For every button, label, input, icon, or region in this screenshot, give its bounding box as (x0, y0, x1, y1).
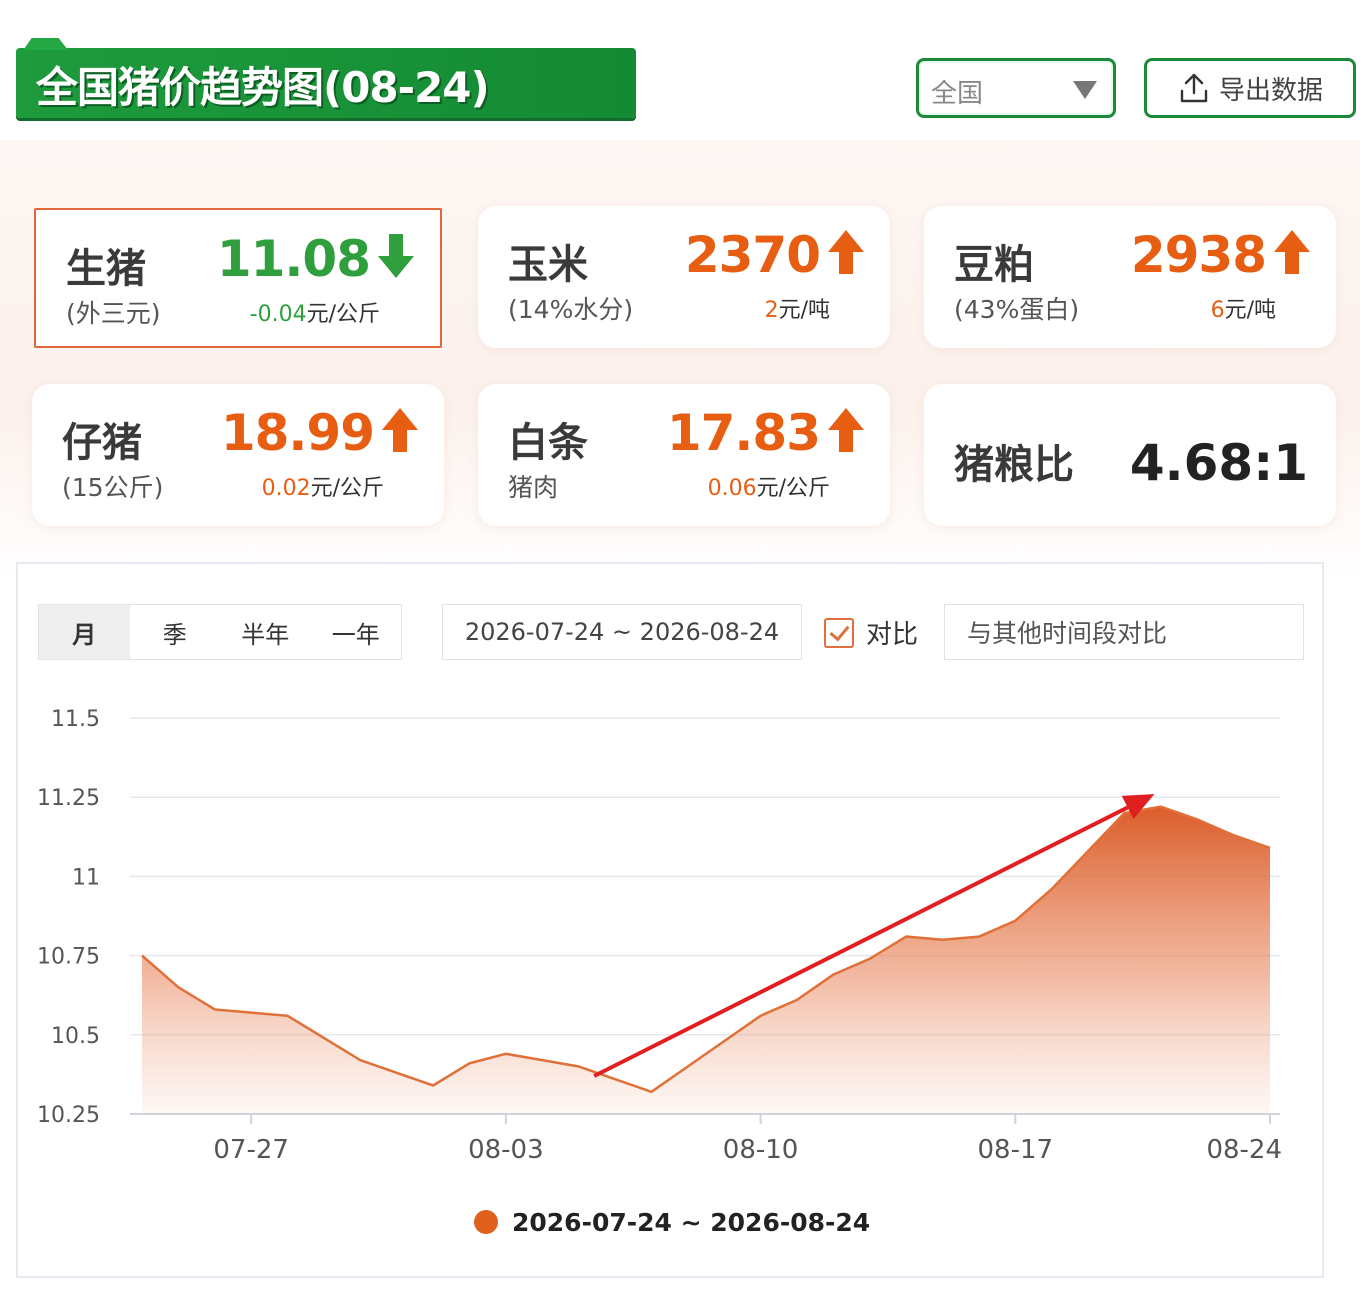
period-option-year[interactable]: 一年 (311, 605, 402, 659)
chevron-down-icon (1073, 81, 1097, 99)
card-value: 17.83 (666, 404, 821, 462)
card-change: -0.04元/公斤 (249, 302, 380, 327)
card-sub: (15公斤) (62, 473, 164, 502)
period-option-month[interactable]: 月 (39, 605, 130, 659)
arrow-up-icon (828, 408, 864, 452)
export-data-button[interactable]: 导出数据 (1144, 58, 1356, 118)
upload-icon (1180, 73, 1208, 103)
page-title: 全国猪价趋势图(08-24) (36, 63, 490, 112)
card-value: 18.99 (220, 404, 375, 462)
card-pork-carcass[interactable]: 白条 猪肉 17.83 0.06元/公斤 (478, 384, 890, 526)
region-select-value: 全国 (931, 79, 984, 109)
card-hog-grain-ratio[interactable]: 猪粮比 4.68:1 (924, 384, 1336, 526)
card-change: 2元/吨 (764, 298, 830, 323)
card-piglet[interactable]: 仔猪 (15公斤) 18.99 0.02元/公斤 (32, 384, 444, 526)
card-name: 玉米 (508, 242, 588, 288)
arrow-up-icon (1274, 230, 1310, 274)
card-value: 2938 (1130, 226, 1267, 284)
card-name: 猪粮比 (954, 442, 1074, 488)
card-sub: (14%水分) (508, 295, 634, 324)
card-sub: 猪肉 (508, 473, 559, 502)
compare-checkbox[interactable] (824, 618, 854, 648)
card-corn[interactable]: 玉米 (14%水分) 2370 2元/吨 (478, 206, 890, 348)
card-value: 4.68:1 (1129, 434, 1308, 492)
period-selector: 月 季 半年 一年 (38, 604, 402, 660)
compare-label: 对比 (866, 620, 919, 650)
card-sub: (43%蛋白) (954, 295, 1080, 324)
card-name: 豆粕 (954, 242, 1034, 288)
card-name: 白条 (508, 420, 588, 466)
card-name: 仔猪 (62, 420, 142, 466)
card-live-hog[interactable]: 生猪 (外三元) 11.08 -0.04元/公斤 (34, 208, 442, 348)
card-name: 生猪 (66, 246, 146, 292)
arrow-up-icon (382, 408, 418, 452)
card-value: 2370 (684, 226, 821, 284)
card-soybean-meal[interactable]: 豆粕 (43%蛋白) 2938 6元/吨 (924, 206, 1336, 348)
chart-panel (16, 562, 1324, 1278)
date-range-picker[interactable]: 2026-07-24 ~ 2026-08-24 (442, 604, 802, 660)
arrow-down-icon (378, 234, 414, 278)
title-banner: 全国猪价趋势图(08-24) (16, 48, 636, 118)
period-option-half-year[interactable]: 半年 (220, 605, 311, 659)
card-value: 11.08 (216, 230, 371, 288)
region-select[interactable]: 全国 (916, 58, 1116, 118)
card-sub: (外三元) (66, 299, 161, 328)
card-change: 6元/吨 (1210, 298, 1276, 323)
card-change: 0.02元/公斤 (261, 476, 384, 501)
compare-period-input[interactable]: 与其他时间段对比 (944, 604, 1304, 660)
period-option-quarter[interactable]: 季 (130, 605, 221, 659)
export-data-label: 导出数据 (1218, 75, 1323, 106)
card-change: 0.06元/公斤 (707, 476, 830, 501)
arrow-up-icon (828, 230, 864, 274)
